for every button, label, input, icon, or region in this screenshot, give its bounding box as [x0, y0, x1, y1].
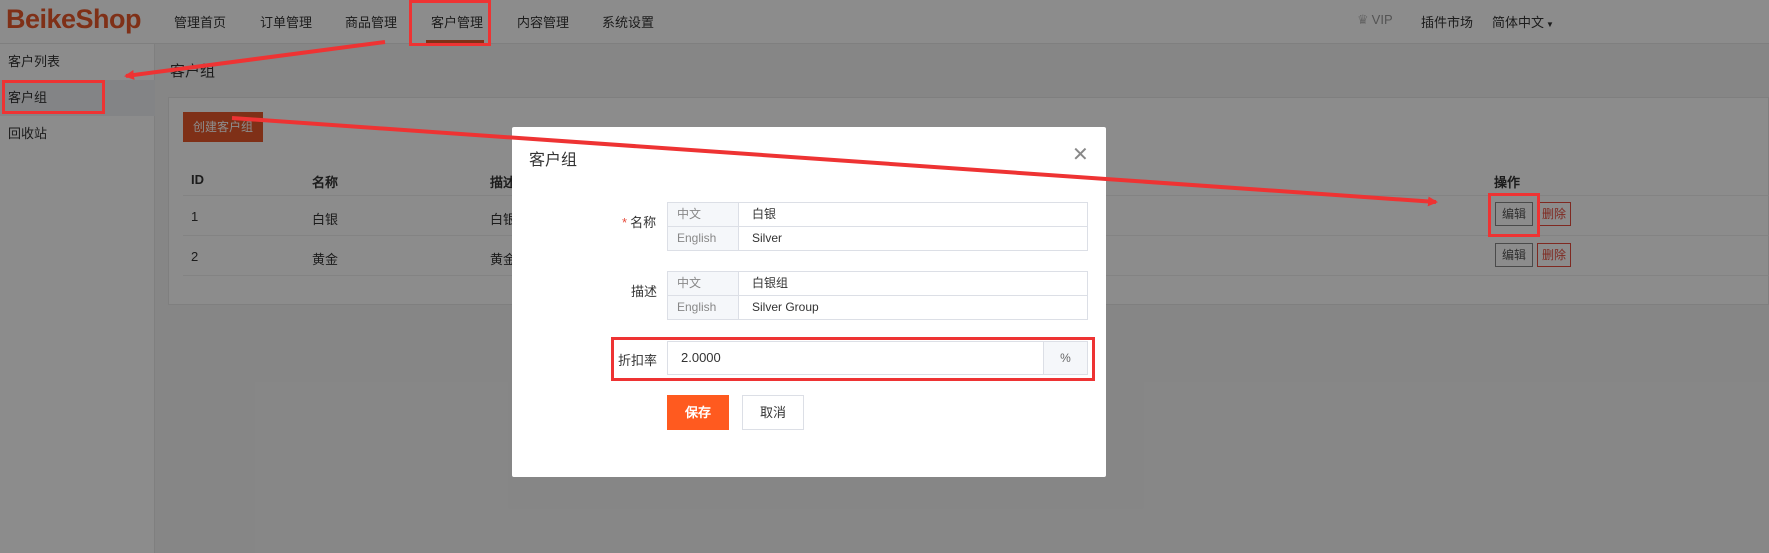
arrow-create-to-edit — [231, 116, 1438, 207]
annotation-arrows — [124, 40, 1438, 207]
arrow-nav-to-sidebar — [124, 40, 386, 80]
